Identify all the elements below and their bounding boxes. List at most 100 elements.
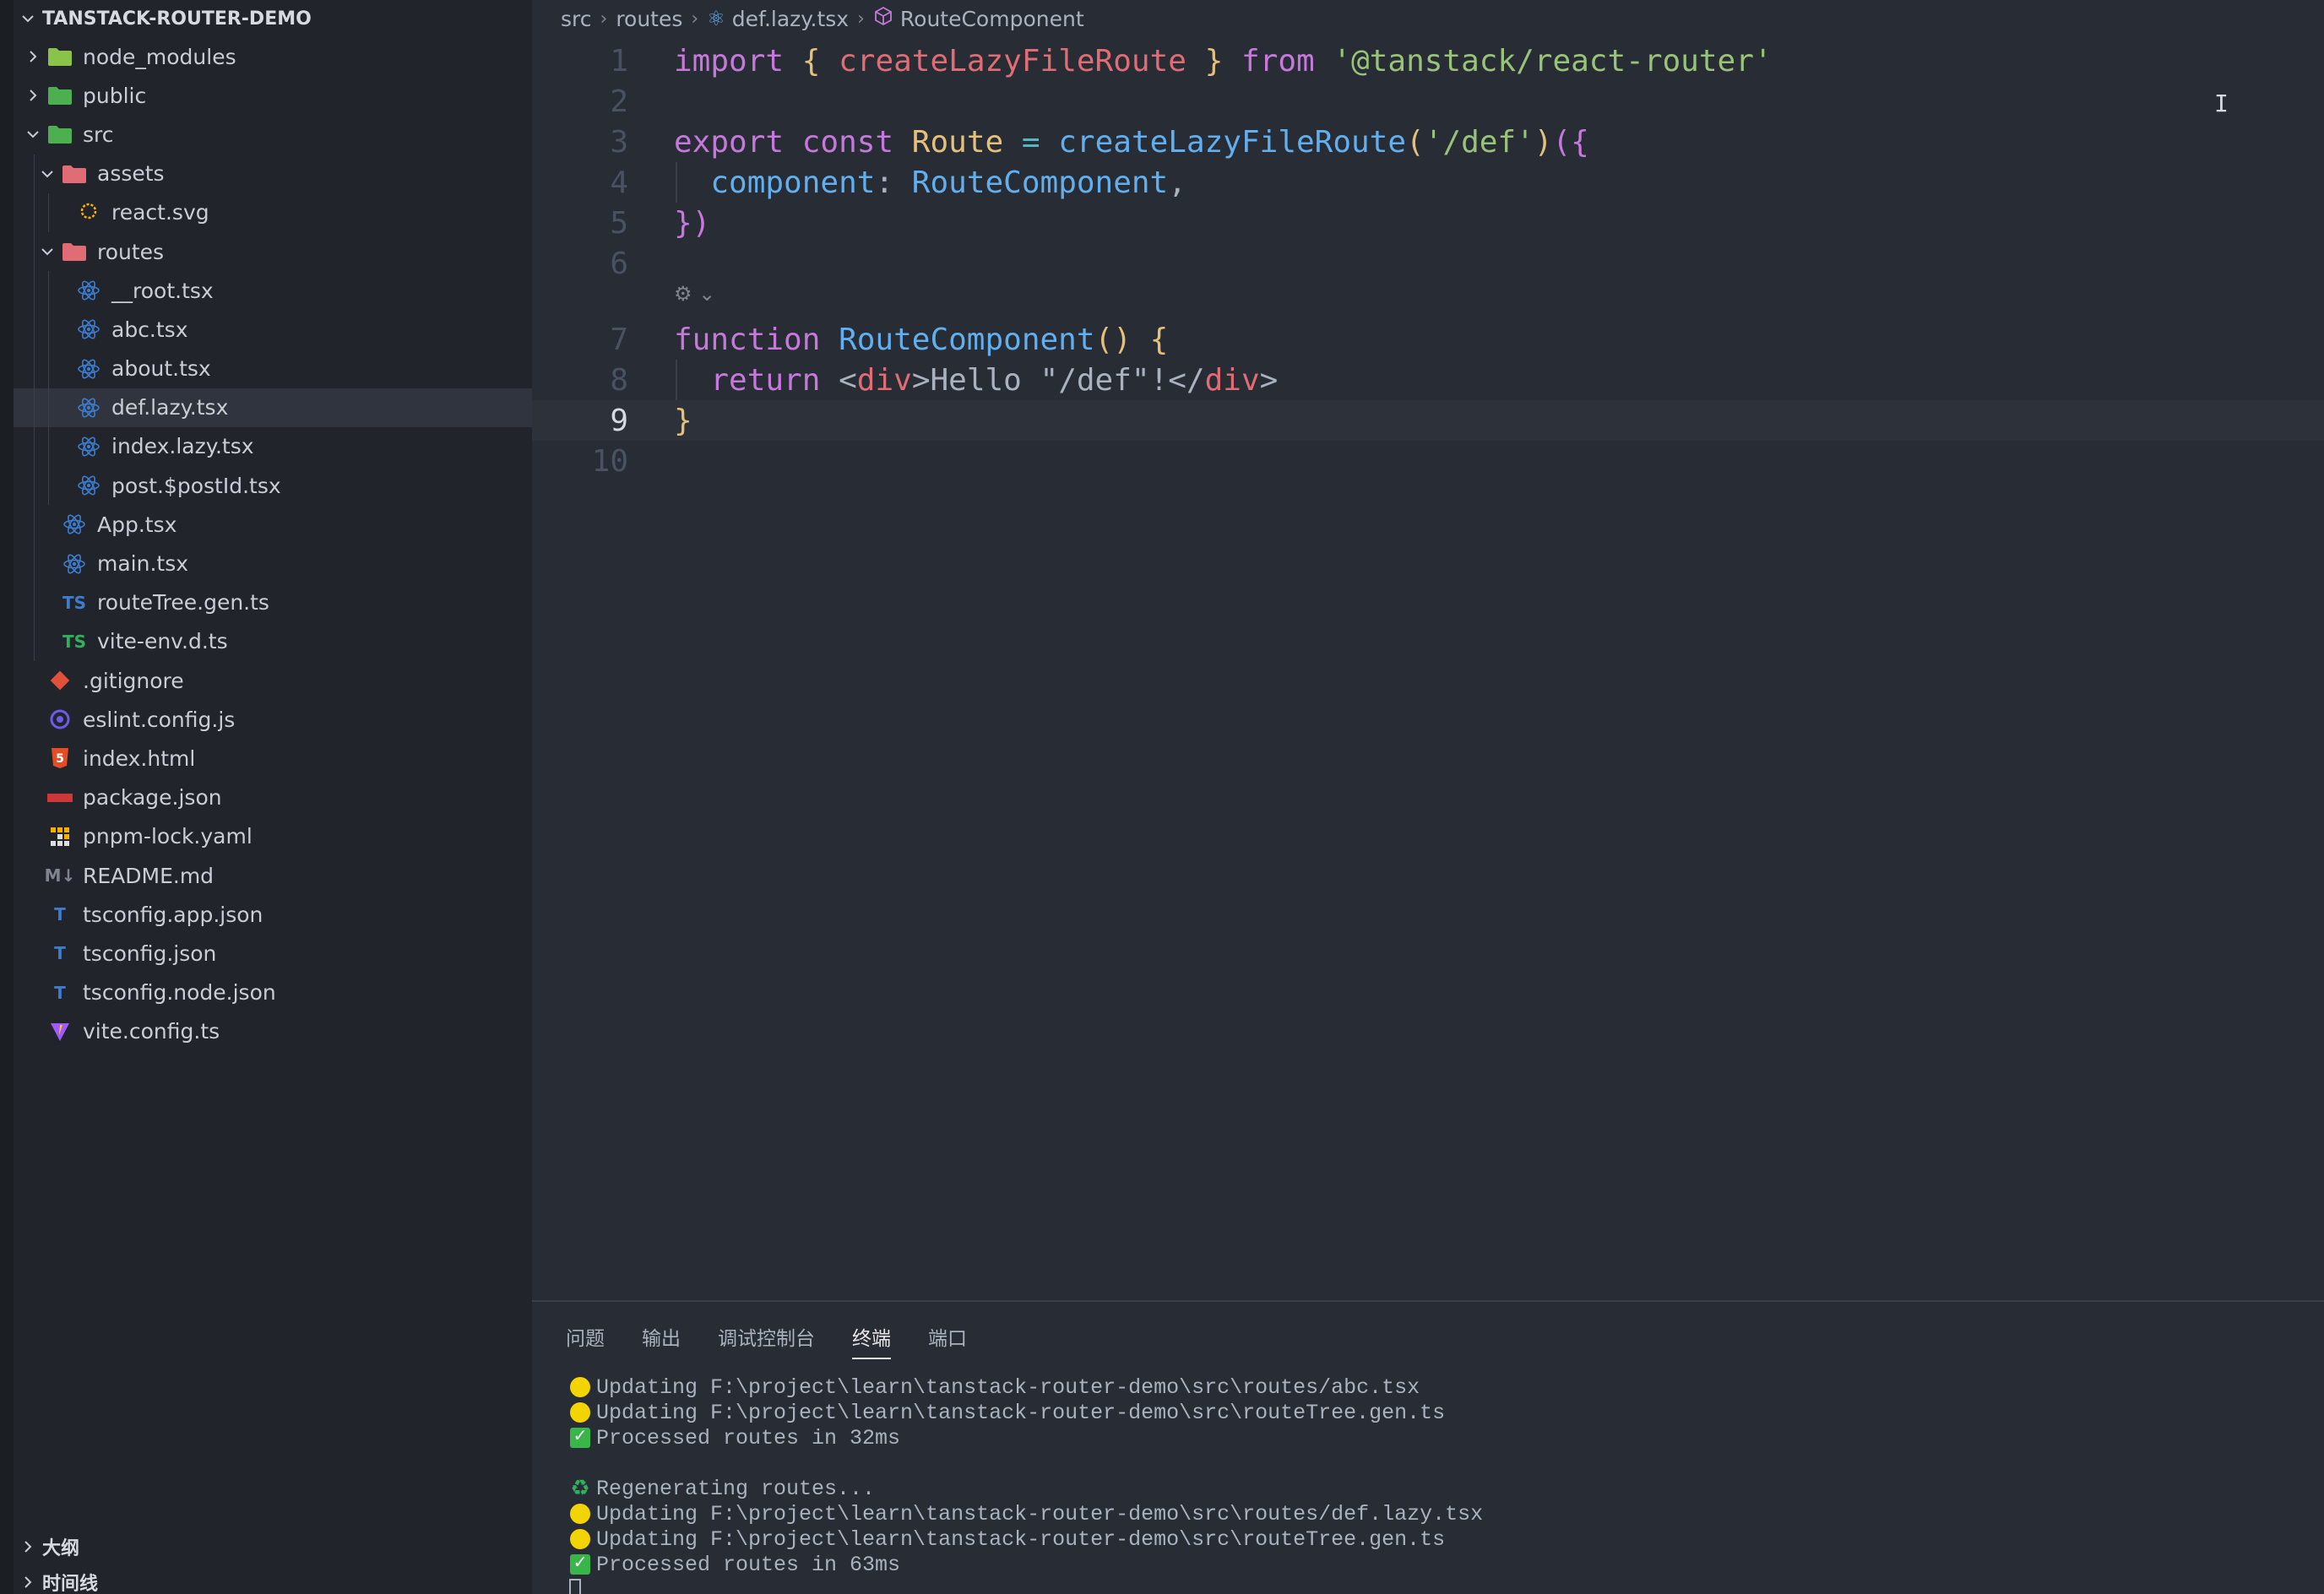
tree-item[interactable]: Ttsconfig.json (14, 934, 532, 973)
code-token: import (674, 43, 785, 79)
tree-item-label: vite.config.ts (83, 1019, 220, 1044)
tsconfig-icon: T (54, 904, 66, 925)
terminal-line: Updating F:\project\learn\tanstack-route… (569, 1526, 1483, 1552)
code-line[interactable]: 3 export const Route = createLazyFileRout… (532, 122, 2324, 162)
chevron-right-icon[interactable] (20, 44, 46, 69)
tree-item[interactable]: package.json (14, 778, 532, 817)
terminal-prompt[interactable] (569, 1577, 1483, 1594)
tree-item[interactable]: main.tsx (14, 544, 532, 583)
code-line[interactable]: 10 (532, 441, 2324, 481)
explorer-sidebar: TANSTACK-ROUTER-DEMO node_modules public s… (0, 0, 532, 1594)
vite-icon (46, 1019, 74, 1044)
code-editor[interactable]: src › routes › ⚛ def.lazy.tsx › RouteCom… (532, 0, 2324, 1300)
panel-tab[interactable]: 终端 (852, 1315, 891, 1359)
code-line[interactable]: 1 import { createLazyFileRoute } from '@t… (532, 41, 2324, 81)
indent-guide (34, 466, 35, 506)
line-number: 5 (610, 205, 628, 241)
panel-tab[interactable]: 调试控制台 (718, 1315, 815, 1359)
terminal-line: ✓ Processed routes in 32ms (569, 1425, 1483, 1450)
twistie-spacer (49, 317, 74, 342)
explorer-root-title: TANSTACK-ROUTER-DEMO (42, 8, 312, 30)
markdown-icon: M↓ (44, 865, 76, 886)
tree-item[interactable]: TS vite-env.d.ts (14, 621, 532, 661)
tree-item[interactable]: src (14, 115, 532, 154)
tree-item[interactable]: TS routeTree.gen.ts (14, 583, 532, 622)
code-token: () (1094, 322, 1132, 357)
chevron-down-icon[interactable] (20, 122, 46, 147)
line-number: 6 (610, 246, 628, 281)
outline-section-header[interactable]: 大纲 (14, 1528, 79, 1565)
tree-item[interactable]: post.$postId.tsx (14, 466, 532, 506)
tree-item-label: vite-env.d.ts (97, 629, 228, 654)
breadcrumb-routes[interactable]: routes (616, 7, 682, 31)
terminal-line: Updating F:\project\learn\tanstack-route… (569, 1400, 1483, 1425)
indent-guide (48, 192, 49, 232)
tree-item-label: index.html (83, 745, 196, 771)
tree-item-label: tsconfig.node.json (83, 980, 276, 1006)
twistie-spacer (20, 824, 46, 849)
tree-item-label: App.tsx (97, 512, 177, 537)
tree-item[interactable]: assets (14, 154, 532, 193)
code-line[interactable]: 6 (532, 243, 2324, 284)
tree-item-label: tsconfig.app.json (83, 902, 263, 927)
code-line[interactable]: 9} (532, 400, 2324, 441)
tree-item[interactable]: eslint.config.js (14, 700, 532, 739)
code-token: const (801, 124, 894, 160)
line-number: 4 (610, 165, 628, 200)
panel-tab[interactable]: 问题 (566, 1315, 605, 1359)
tree-item[interactable]: .gitignore (14, 661, 532, 700)
code-line[interactable]: 7 function RouteComponent() { (532, 319, 2324, 360)
tree-item[interactable]: routes (14, 231, 532, 272)
tree-item[interactable]: M↓ README.md (14, 856, 532, 895)
breadcrumb-symbol[interactable]: RouteComponent (900, 7, 1084, 31)
codelens-icon[interactable]: ⚙ ⌄ (674, 282, 715, 306)
tree-item[interactable]: index.lazy.tsx (14, 426, 532, 467)
tree-item[interactable]: 5 index.html (14, 739, 532, 778)
tree-item[interactable]: __root.tsx (14, 271, 532, 311)
indent-guide (34, 426, 35, 467)
code-line[interactable]: 4 component: RouteComponent, (532, 162, 2324, 203)
tree-item[interactable]: public (14, 76, 532, 115)
panel-tab[interactable]: 输出 (642, 1315, 681, 1359)
chevron-down-icon[interactable] (35, 161, 60, 187)
panel-tab[interactable]: 端口 (928, 1315, 967, 1359)
code-line[interactable]: 2 (532, 81, 2324, 122)
tree-item[interactable]: about.tsx (14, 349, 532, 388)
svg-text:5: 5 (56, 752, 64, 766)
tree-item[interactable]: vite.config.ts (14, 1012, 532, 1051)
code-token: '@tanstack/react-router' (1333, 43, 1773, 79)
twistie-spacer (49, 200, 74, 225)
tree-item[interactable]: Ttsconfig.node.json (14, 973, 532, 1012)
tree-item[interactable]: pnpm-lock.yaml (14, 817, 532, 856)
folder-node-icon (46, 44, 74, 69)
tree-item[interactable]: react.svg (14, 192, 532, 232)
react-icon (60, 551, 89, 577)
tree-item[interactable]: def.lazy.tsx (14, 388, 532, 427)
chevron-right-icon[interactable] (20, 83, 46, 108)
twistie-spacer (20, 902, 46, 927)
tree-item[interactable]: App.tsx (14, 505, 532, 545)
twistie-spacer (49, 434, 74, 459)
breadcrumb-src[interactable]: src (561, 7, 592, 31)
explorer-root-header[interactable]: TANSTACK-ROUTER-DEMO (14, 0, 312, 37)
tree-item[interactable]: Ttsconfig.app.json (14, 895, 532, 934)
tree-item[interactable]: node_modules (14, 37, 532, 76)
code-line[interactable]: 8 return <div>Hello "/def"!</div> (532, 360, 2324, 400)
twistie-spacer (49, 395, 74, 420)
folder-public-icon (46, 83, 74, 108)
tree-item[interactable]: abc.tsx (14, 310, 532, 350)
chevron-right-icon (14, 1574, 42, 1591)
code-token: createLazyFileRoute (1058, 124, 1407, 160)
chevron-down-icon[interactable] (35, 239, 60, 264)
code-line[interactable]: 5}) (532, 203, 2324, 243)
terminal-output[interactable]: Updating F:\project\learn\tanstack-route… (569, 1374, 1483, 1594)
code-token: function (674, 322, 821, 357)
breadcrumb-file[interactable]: def.lazy.tsx (732, 7, 849, 31)
terminal-line: ♻ Regenerating routes... (569, 1476, 1483, 1502)
timeline-section-header[interactable]: 时间线 (14, 1564, 98, 1594)
